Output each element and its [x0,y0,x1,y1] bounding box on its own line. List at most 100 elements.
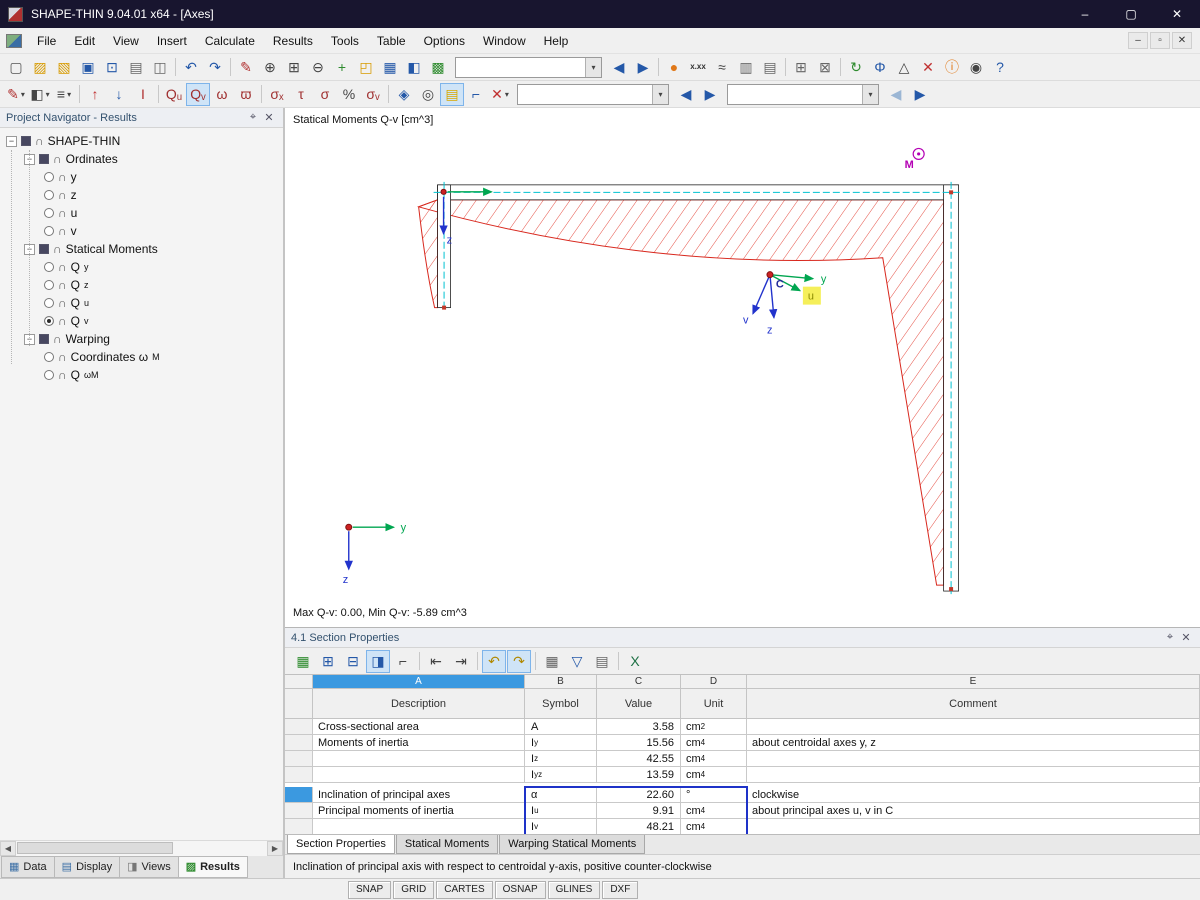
table-view-icon[interactable]: ▦ ▾ [378,56,402,79]
cell-unit[interactable]: cm 2 [681,719,747,735]
sections-combo[interactable]: ▾ [727,83,879,105]
display-properties-icon[interactable]: ≡ ▾ [52,83,76,106]
partial-view-icon[interactable]: ◧ ▾ [28,83,52,106]
tab-views[interactable]: ◨ Views [120,856,179,878]
redo-icon[interactable]: ↷ ▾ [203,56,227,79]
drawing-canvas[interactable]: z y u z v C M y z [285,108,1200,627]
view-mode-icon[interactable]: ◨ [366,649,390,673]
separator[interactable]: ▾ [155,83,162,106]
jump-forward-icon[interactable]: ↷ [507,649,531,673]
snap-grid-icon[interactable]: ⊠ ▾ [813,56,837,79]
calculator-icon[interactable]: ▦ [540,650,564,673]
sym[interactable]: B [525,675,597,689]
separator[interactable]: ▾ [172,56,179,79]
radio-icon[interactable] [44,316,54,326]
menu-file[interactable]: File [28,30,65,52]
separator[interactable]: ▾ [258,83,265,106]
separator[interactable] [615,650,622,673]
separator[interactable]: ▾ [782,56,789,79]
cell-unit[interactable]: cm 4 [681,819,747,834]
cell-unit[interactable]: cm 4 [681,767,747,783]
combo-forward-icon[interactable]: ▶ ▾ [698,83,722,106]
scroll-thumb[interactable] [17,841,173,854]
visibility-icon[interactable]: ◎ ▾ [416,83,440,106]
delete-results-icon[interactable]: ✕ ▾ [488,83,512,106]
minimize-button[interactable]: – [1062,0,1108,28]
close-icon[interactable]: ✕ [1178,631,1194,644]
scroll-right-icon[interactable]: ▶ [267,840,283,856]
stress-sigma-x-icon[interactable]: σₓ ▾ [265,83,289,106]
close-icon[interactable]: ✕ [261,111,277,124]
cell-value[interactable]: 48.21 [597,819,681,834]
sections-forward-icon[interactable]: ▶ ▾ [908,83,932,106]
cell-symbol[interactable]: Iyz [525,767,597,783]
cartes-toggle[interactable]: CARTES [436,880,493,899]
menu-insert[interactable]: Insert [148,30,196,52]
glines-toggle[interactable]: GLINES [547,880,601,899]
delete-row-icon[interactable]: ⊟ [341,650,365,673]
cell-comment[interactable]: about principal axes u, v in C [747,803,1200,819]
mirror-icon[interactable]: △ ▾ [892,56,916,79]
tab-warping-statical-moments[interactable]: Warping Statical Moments [499,835,646,854]
node[interactable] [442,305,447,310]
cell-value[interactable]: 22.60 [597,787,681,803]
cell-description[interactable] [313,819,525,834]
tree-item-warping[interactable]: − ∩ Warping [0,330,283,348]
frame-icon[interactable]: ⌐ ▾ [464,83,488,106]
tab-results[interactable]: ▨ Results [178,856,248,878]
cell-symbol[interactable]: Iy [525,735,597,751]
cell-comment[interactable]: clockwise [747,787,1200,803]
tree-item-coordinates-wm[interactable]: − ∩ Coordinates ωM [0,348,283,366]
stress-tau-icon[interactable]: τ ▾ [289,83,313,106]
result-qv-icon[interactable]: Qᵥ ▾ [186,82,210,106]
results-combo[interactable]: ▾ [517,83,669,105]
val[interactable]: C [597,675,681,689]
result-omega-m-icon[interactable]: ϖ ▾ [234,83,258,106]
checkbox-icon[interactable] [39,334,49,344]
menu-view[interactable]: View [104,30,148,52]
checkbox-icon[interactable] [39,154,49,164]
close-button[interactable]: ✕ [1154,0,1200,28]
cell-unit[interactable]: cm 4 [681,735,747,751]
cell-value[interactable]: 9.91 [597,803,681,819]
zoom-window-icon[interactable]: ⊞ ▾ [282,56,306,79]
cell-value[interactable]: 3.58 [597,719,681,735]
radio-icon[interactable] [44,280,54,290]
dxf-toggle[interactable]: DXF [602,880,639,899]
tree-item-z[interactable]: − ∩ z [0,186,283,204]
table-settings-icon[interactable]: ▦ [291,650,315,673]
corner-icon[interactable]: ⌐ [391,650,415,673]
menu-options[interactable]: Options [415,30,474,52]
separator[interactable]: ▾ [385,83,392,106]
filter-icon[interactable]: ▽ [565,650,589,673]
scroll-left-icon[interactable]: ◀ [0,840,16,856]
tree-item-shape-thin[interactable]: − ∩ SHAPE-THIN [0,132,283,150]
tree-item-qz[interactable]: − ∩ Qz [0,276,283,294]
menu-table[interactable]: Table [368,30,415,52]
row-header[interactable] [285,819,313,834]
cell-symbol[interactable]: Iv [525,819,597,834]
insert-row-icon[interactable]: ⊞ [316,650,340,673]
mdi-minimize-button[interactable]: – [1128,32,1148,49]
radio-icon[interactable] [44,262,54,272]
cell-unit[interactable]: cm 4 [681,803,747,819]
menu-window[interactable]: Window [474,30,535,52]
tree-item-y[interactable]: − ∩ y [0,168,283,186]
go-first-icon[interactable]: ↑ ▾ [83,83,107,106]
sections-back-icon[interactable]: ◀ ▾ [884,83,908,106]
cell-description[interactable]: Inclination of principal axes [313,787,525,803]
save-icon[interactable]: ▣ ▾ [76,56,100,79]
stress-sigma-icon[interactable]: σ ▾ [313,83,337,106]
edit-pencil-icon[interactable]: ✎ ▾ [234,56,258,79]
zoom-out-icon[interactable]: ⊖ ▾ [306,56,330,79]
mdi-close-button[interactable]: ✕ [1172,32,1192,49]
result-beam-icon[interactable]: Ι ▾ [131,83,155,106]
help-icon[interactable]: ? ▾ [988,56,1012,79]
phi-icon[interactable]: Φ ▾ [868,56,892,79]
menu-calculate[interactable]: Calculate [196,30,264,52]
pin-icon[interactable]: ⌖ [1162,631,1178,644]
tab-display[interactable]: ▤ Display [54,856,121,878]
node[interactable] [949,190,954,195]
tab-data[interactable]: ▦ Data [1,856,55,878]
cell-unit[interactable]: ° [681,787,747,803]
